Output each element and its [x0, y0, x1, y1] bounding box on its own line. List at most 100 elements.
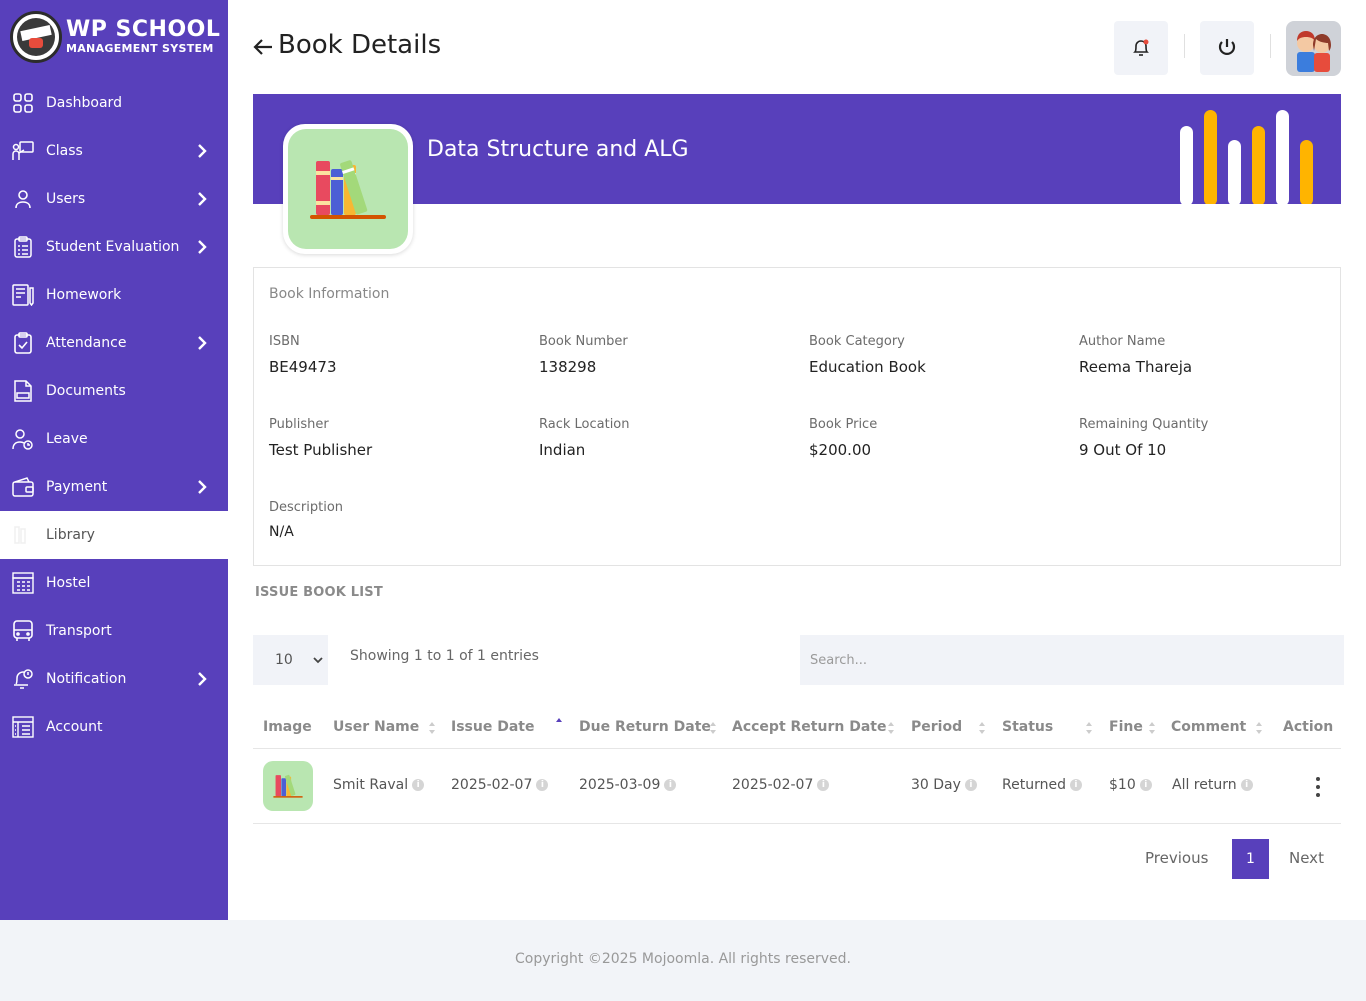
brand-subtitle: MANAGEMENT SYSTEM [66, 42, 214, 55]
bus-icon [12, 620, 34, 642]
field-label: Description [269, 500, 344, 515]
bell-icon [1133, 39, 1149, 56]
arrow-left-icon[interactable] [252, 36, 274, 58]
sidebar-item-library[interactable]: Library [0, 511, 228, 559]
info-icon[interactable]: i [664, 779, 677, 791]
grid-icon [12, 92, 34, 114]
sidebar-item-transport[interactable]: Transport [0, 607, 228, 655]
sidebar-item-account[interactable]: Account [0, 703, 228, 751]
chevron-right-icon [198, 672, 207, 686]
field-book-number: Book Number 138298 [539, 334, 628, 376]
info-icon[interactable]: i [817, 779, 830, 791]
info-icon[interactable]: i [536, 779, 549, 791]
column-header-fine[interactable]: Fine [1109, 719, 1143, 735]
sort-icon [710, 722, 716, 734]
sidebar-item-documents[interactable]: Documents [0, 367, 228, 415]
sidebar-item-label: Users [46, 191, 86, 207]
search-input[interactable] [800, 635, 1344, 685]
homework-icon [12, 284, 34, 306]
brand-logo[interactable]: WP SCHOOL MANAGEMENT SYSTEM [10, 11, 220, 63]
column-header-comment[interactable]: Comment [1171, 719, 1246, 735]
book-image [283, 124, 413, 254]
logout-button[interactable] [1200, 21, 1254, 75]
field-label: Rack Location [539, 417, 630, 432]
info-icon[interactable]: i [1139, 779, 1152, 791]
page-length-value: 10 [275, 652, 293, 668]
cell-status: Returned i [1002, 777, 1082, 793]
sidebar-item-payment[interactable]: Payment [0, 463, 228, 511]
info-icon[interactable]: i [1240, 779, 1253, 791]
cell-text: Returned [1002, 777, 1066, 793]
check-calendar-icon [12, 332, 34, 354]
book-banner [253, 94, 1341, 204]
sidebar-item-label: Dashboard [46, 95, 122, 111]
sidebar-item-class[interactable]: Class [0, 127, 228, 175]
chevron-down-icon [313, 657, 323, 664]
field-value: Education Book [809, 358, 926, 376]
sidebar-item-leave[interactable]: Leave [0, 415, 228, 463]
sidebar-item-homework[interactable]: Homework [0, 271, 228, 319]
sidebar-item-notification[interactable]: Notification [0, 655, 228, 703]
sidebar-item-label: Library [46, 527, 95, 543]
avatar[interactable] [1286, 21, 1341, 76]
page-title: Book Details [278, 30, 442, 60]
chevron-right-icon [198, 240, 207, 254]
pagination-page-1[interactable]: 1 [1232, 839, 1269, 879]
field-label: Book Price [809, 417, 878, 432]
document-icon [12, 380, 34, 402]
clipboard-icon [12, 236, 34, 258]
field-remaining-quantity: Remaining Quantity 9 Out Of 10 [1079, 417, 1208, 459]
sort-icon [888, 722, 894, 734]
power-icon [1218, 39, 1236, 55]
notifications-button[interactable] [1114, 21, 1168, 75]
pagination-previous[interactable]: Previous [1145, 849, 1208, 867]
column-header-issue-date[interactable]: Issue Date [451, 719, 534, 735]
entries-info: Showing 1 to 1 of 1 entries [350, 648, 539, 664]
sort-icon [1086, 722, 1092, 734]
header-separator [1270, 34, 1271, 58]
issue-book-list-title: ISSUE BOOK LIST [255, 585, 383, 600]
cell-text: All return [1172, 777, 1237, 793]
sidebar-item-hostel[interactable]: Hostel [0, 559, 228, 607]
column-header-user-name[interactable]: User Name [333, 719, 419, 735]
brand-title: WP SCHOOL [66, 17, 221, 42]
pagination-next[interactable]: Next [1289, 849, 1324, 867]
sidebar-item-student-evaluation[interactable]: Student Evaluation [0, 223, 228, 271]
more-actions-icon[interactable] [1313, 775, 1323, 799]
info-icon[interactable]: i [1069, 779, 1082, 791]
sort-icon [1256, 722, 1262, 734]
info-icon[interactable]: i [412, 779, 425, 791]
sidebar-item-label: Homework [46, 287, 122, 303]
cell-text: 2025-03-09 [579, 777, 661, 793]
field-label: ISBN [269, 334, 300, 349]
field-publisher: Publisher Test Publisher [269, 417, 372, 459]
user-icon [12, 188, 34, 210]
books-icon [273, 774, 303, 798]
sort-icon [1149, 722, 1155, 734]
sidebar-item-label: Account [46, 719, 103, 735]
column-header-accept-return-date[interactable]: Accept Return Date [732, 719, 886, 735]
cell-text: Smit Raval [333, 777, 409, 793]
cell-issue-date: 2025-02-07 i [451, 777, 549, 793]
cell-text: 2025-02-07 [732, 777, 814, 793]
sidebar-item-label: Student Evaluation [46, 239, 180, 255]
info-icon[interactable]: i [964, 779, 977, 791]
sidebar-item-users[interactable]: Users [0, 175, 228, 223]
field-author-name: Author Name Reema Thareja [1079, 334, 1192, 376]
column-header-status[interactable]: Status [1002, 719, 1053, 735]
column-header-period[interactable]: Period [911, 719, 962, 735]
field-value: $200.00 [809, 441, 872, 459]
chevron-right-icon [198, 192, 207, 206]
field-value: Indian [539, 441, 586, 459]
sort-ascending-icon [556, 718, 562, 722]
sidebar-item-attendance[interactable]: Attendance [0, 319, 228, 367]
column-header-due-return-date[interactable]: Due Return Date [579, 719, 711, 735]
sidebar-item-label: Transport [46, 623, 112, 639]
field-label: Author Name [1079, 334, 1166, 349]
page-length-select[interactable]: 10 [253, 635, 328, 685]
cell-text: $10 [1109, 777, 1136, 793]
sidebar-nav: Dashboard Class Users Student Evaluation [0, 79, 228, 751]
field-value: N/A [269, 524, 294, 540]
cell-comment: All return i [1172, 777, 1253, 793]
sidebar-item-dashboard[interactable]: Dashboard [0, 79, 228, 127]
